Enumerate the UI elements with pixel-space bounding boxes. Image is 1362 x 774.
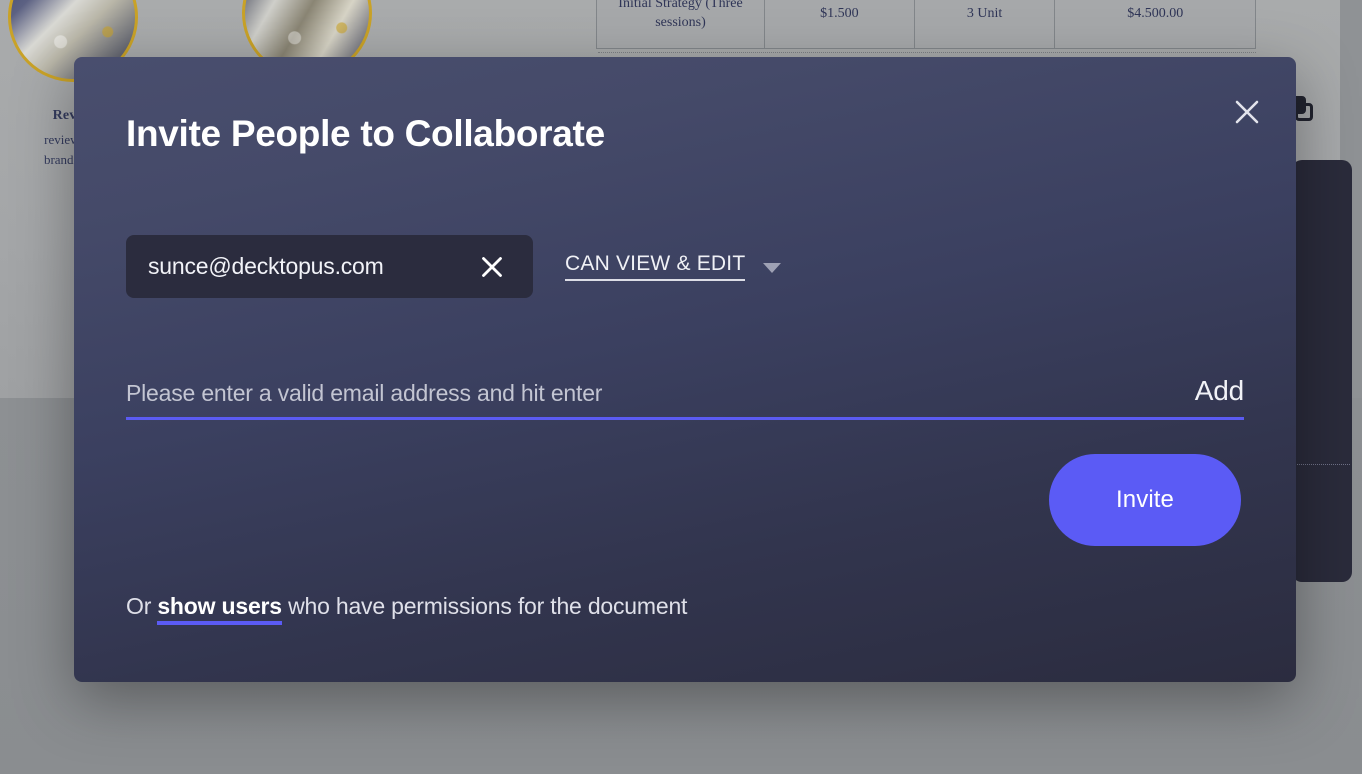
invite-modal: Invite People to Collaborate sunce@deckt… xyxy=(74,57,1296,682)
right-panel-divider xyxy=(1294,464,1350,465)
footer-text: Or show users who have permissions for t… xyxy=(126,593,688,625)
invitee-row: sunce@decktopus.com CAN VIEW & EDIT xyxy=(126,235,782,298)
table-dotted-divider xyxy=(598,52,1256,53)
table-row: Initial Strategy (Three sessions) $1.500… xyxy=(596,0,1256,49)
email-chip-label: sunce@decktopus.com xyxy=(148,253,384,279)
email-chip: sunce@decktopus.com xyxy=(126,235,533,298)
table-cell-unit-price: $1.500 xyxy=(764,0,915,49)
table-cell-total: $4.500.00 xyxy=(1054,0,1256,49)
right-side-panel xyxy=(1292,160,1352,582)
chevron-down-icon xyxy=(763,262,782,273)
remove-email-icon[interactable] xyxy=(479,254,505,280)
email-input-row: Add xyxy=(126,375,1244,420)
show-users-link[interactable]: show users xyxy=(157,593,282,625)
footer-prefix: Or xyxy=(126,593,158,619)
email-input[interactable] xyxy=(126,380,1177,407)
close-icon[interactable] xyxy=(1228,93,1266,131)
pricing-table: Initial Strategy (Three sessions) $1.500… xyxy=(596,0,1256,49)
table-cell-quantity: 3 Unit xyxy=(913,0,1056,49)
page-title: Invite People to Collaborate xyxy=(126,113,605,154)
table-cell-item-name: Initial Strategy (Three sessions) xyxy=(596,0,765,49)
footer-suffix: who have permissions for the document xyxy=(281,593,688,619)
add-button[interactable]: Add xyxy=(1177,375,1244,407)
permission-dropdown[interactable]: CAN VIEW & EDIT xyxy=(565,252,782,281)
invite-button[interactable]: Invite xyxy=(1049,454,1241,546)
permission-dropdown-label: CAN VIEW & EDIT xyxy=(565,252,746,281)
duplicate-icon-front-square xyxy=(1295,103,1313,121)
